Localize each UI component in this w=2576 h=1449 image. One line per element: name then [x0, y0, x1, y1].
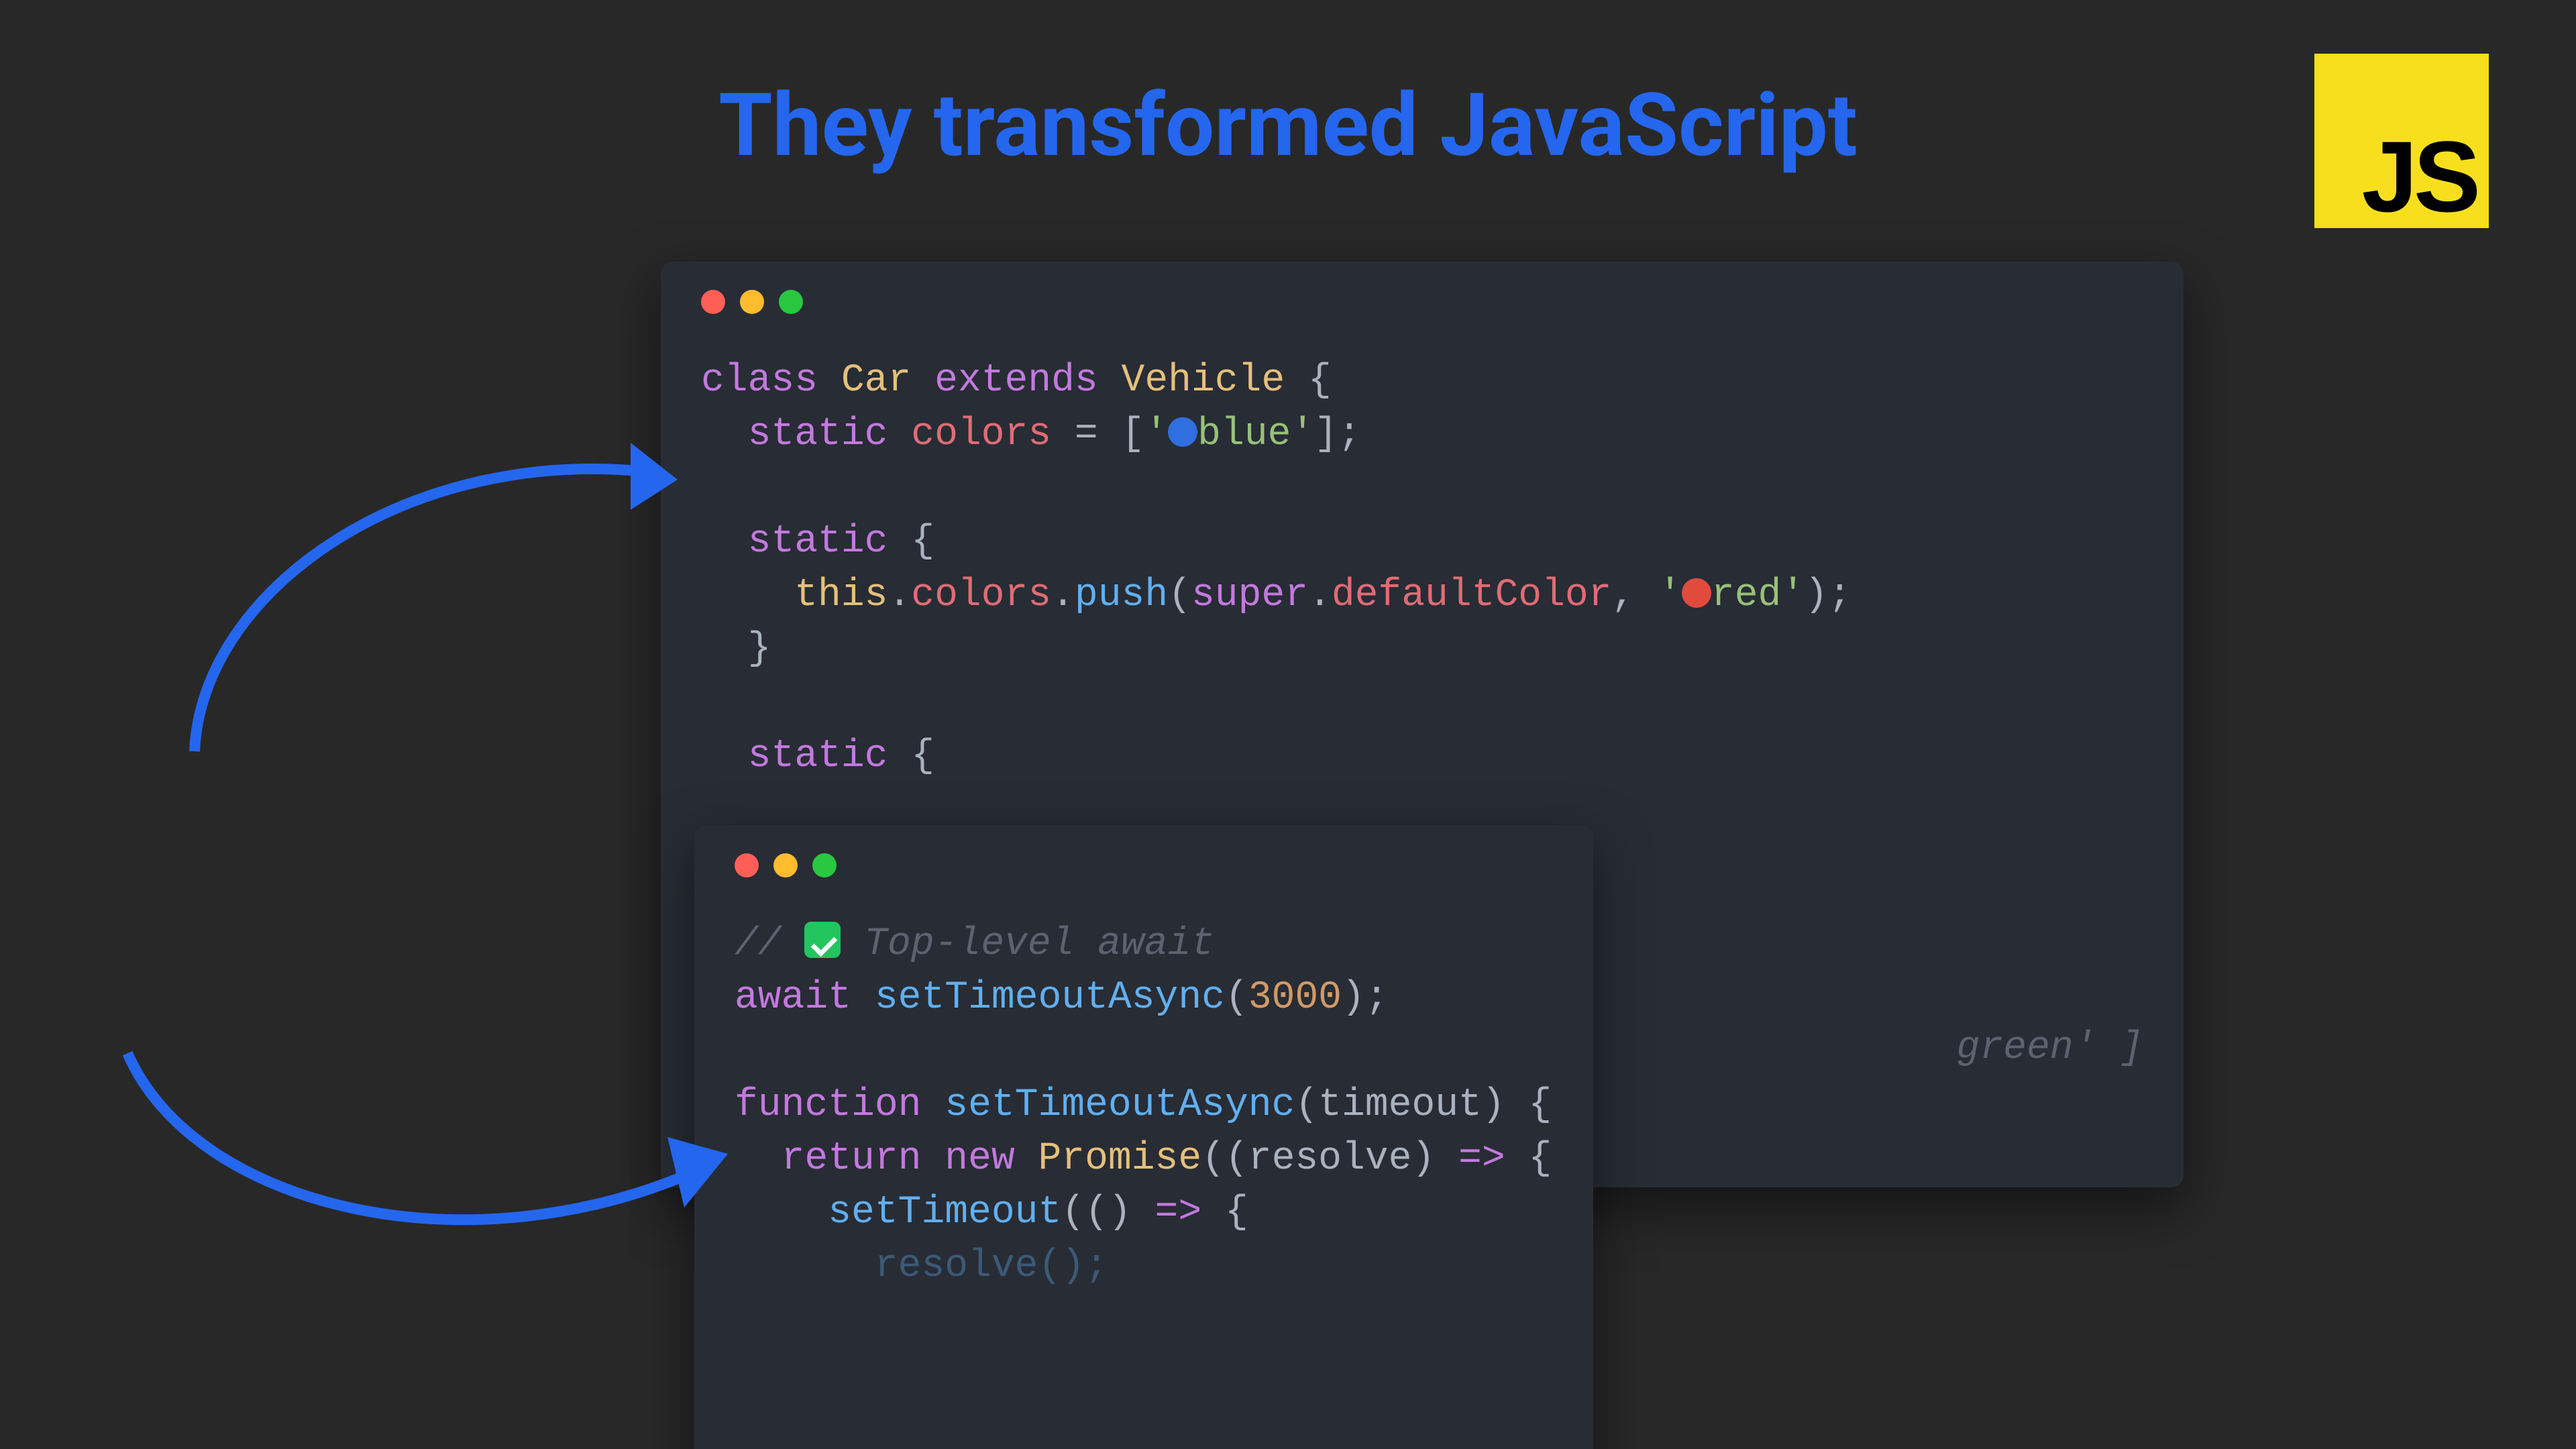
traffic-lights [661, 262, 2184, 314]
js-logo-text: JS [2362, 126, 2477, 227]
traffic-red-icon [735, 853, 759, 877]
code-fragment-green: green' ] [1957, 1026, 2143, 1070]
traffic-red-icon [701, 290, 725, 314]
js-logo: JS [2314, 54, 2489, 228]
code-window-await: // Top-level await await setTimeoutAsync… [694, 825, 1593, 1449]
red-circle-icon [1682, 578, 1711, 608]
slide-title: They transformed JavaScript [718, 74, 1858, 176]
arrow-icon-1 [161, 402, 711, 805]
code-block-await: // Top-level await await setTimeoutAsync… [694, 877, 1593, 1293]
traffic-yellow-icon [773, 853, 798, 877]
traffic-lights [694, 825, 1593, 877]
check-icon [804, 922, 841, 958]
traffic-green-icon [779, 290, 803, 314]
code-block-classes: class Car extends Vehicle { static color… [661, 314, 2184, 784]
blue-circle-icon [1168, 417, 1197, 447]
traffic-green-icon [812, 853, 837, 877]
traffic-yellow-icon [740, 290, 764, 314]
arrow-icon-2 [101, 1033, 758, 1301]
